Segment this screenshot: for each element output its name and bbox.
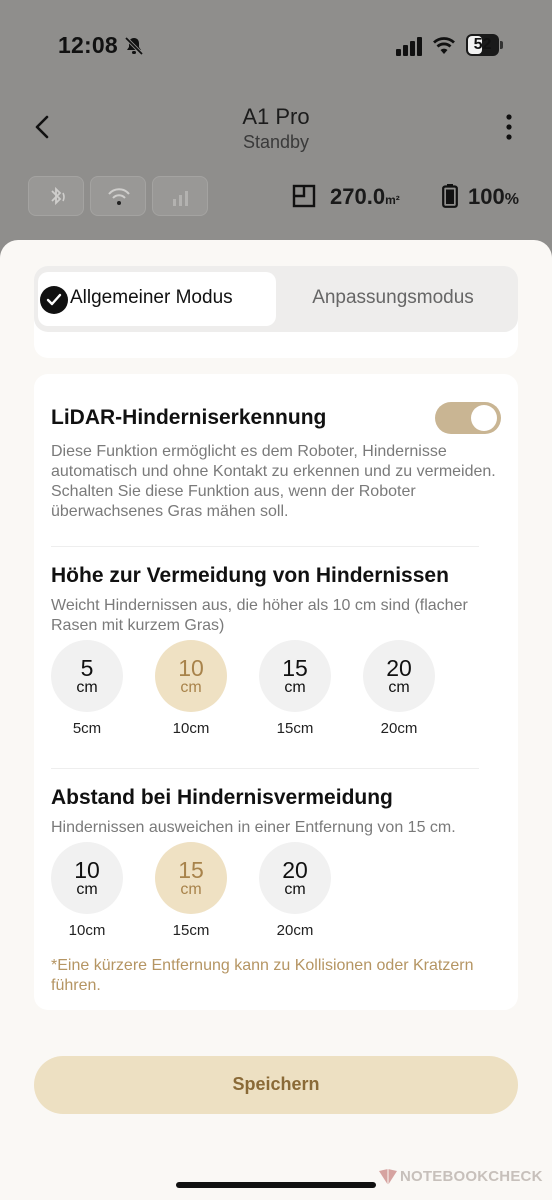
distance-option-unit: cm bbox=[76, 881, 98, 898]
height-option-circle[interactable]: 5 cm bbox=[51, 640, 123, 712]
robot-battery-icon bbox=[442, 184, 458, 208]
mowed-area: 270.0m² bbox=[330, 184, 400, 210]
more-vertical-icon bbox=[506, 114, 512, 140]
robot-battery-unit: % bbox=[504, 191, 519, 208]
height-option-number: 15 bbox=[282, 655, 308, 681]
lidar-description: Diese Funktion ermöglicht es dem Roboter… bbox=[51, 443, 496, 520]
wifi-icon bbox=[432, 35, 456, 55]
distance-description: Hindernissen ausweichen in einer Entfern… bbox=[51, 819, 456, 836]
distance-option-unit: cm bbox=[284, 881, 306, 898]
divider bbox=[51, 546, 479, 547]
device-status: Standby bbox=[242, 132, 310, 152]
height-description: Weicht Hindernissen aus, die höher als 1… bbox=[51, 597, 468, 634]
area-map-icon bbox=[292, 184, 316, 208]
more-options-button[interactable] bbox=[498, 112, 520, 142]
bell-muted-icon bbox=[124, 36, 144, 56]
robot-battery: 100% bbox=[468, 184, 519, 210]
height-option-unit: cm bbox=[180, 679, 202, 696]
background-app: 12:08 52 A1 Pro Standby 270.0m² 100% bbox=[0, 0, 552, 260]
tab-general-mode[interactable]: Allgemeiner Modus bbox=[38, 272, 276, 326]
height-option-unit: cm bbox=[76, 679, 98, 696]
home-indicator[interactable] bbox=[176, 1182, 376, 1188]
bluetooth-icon bbox=[51, 186, 65, 206]
mowed-area-unit: m² bbox=[385, 193, 400, 207]
notebookcheck-logo-icon bbox=[379, 1169, 397, 1185]
mowed-area-value: 270.0 bbox=[330, 184, 386, 209]
lidar-toggle[interactable] bbox=[435, 402, 501, 434]
device-title: A1 Pro bbox=[242, 104, 310, 129]
height-option-label: 5cm bbox=[72, 720, 102, 737]
status-time: 12:08 bbox=[58, 32, 118, 58]
cellular-status-icon bbox=[173, 191, 188, 206]
save-button-label: Speichern bbox=[232, 1074, 320, 1094]
save-button[interactable]: Speichern bbox=[34, 1056, 518, 1114]
phone-battery-icon: 52 bbox=[466, 34, 504, 56]
height-option-circle[interactable]: 20 cm bbox=[363, 640, 435, 712]
height-option-label: 10cm bbox=[172, 720, 210, 737]
distance-option-circle[interactable]: 20 cm bbox=[259, 842, 331, 914]
wifi-status-icon bbox=[108, 188, 130, 205]
notebookcheck-watermark: NOTEBOOKCHECK bbox=[378, 1164, 548, 1190]
toggle-knob bbox=[471, 405, 497, 431]
distance-warning-note: *Eine kürzere Entfernung kann zu Kollisi… bbox=[51, 957, 474, 994]
cellular-signal-icon bbox=[396, 36, 424, 56]
distance-title: Abstand bei Hindernisvermeidung bbox=[51, 786, 393, 809]
lidar-title: LiDAR-Hinderniserkennung bbox=[51, 406, 327, 429]
distance-option-label: 15cm bbox=[172, 922, 210, 939]
tab-general-mode-label: Allgemeiner Modus bbox=[70, 287, 233, 308]
watermark-text: NOTEBOOKCHECK bbox=[400, 1168, 543, 1185]
mode-segmented-control: Allgemeiner Modus Anpassungsmodus bbox=[34, 266, 518, 332]
distance-option-number: 15 bbox=[178, 857, 204, 883]
height-title: Höhe zur Vermeidung von Hindernissen bbox=[51, 564, 449, 587]
distance-option-unit: cm bbox=[180, 881, 202, 898]
distance-option-number: 20 bbox=[282, 857, 308, 883]
phone-battery-level: 52 bbox=[473, 36, 492, 53]
height-option-number: 20 bbox=[386, 655, 412, 681]
height-option-label: 20cm bbox=[380, 720, 418, 737]
height-option-unit: cm bbox=[284, 679, 306, 696]
distance-option-circle-selected[interactable]: 15 cm bbox=[155, 842, 227, 914]
settings-card: LiDAR-Hinderniserkennung Diese Funktion … bbox=[34, 374, 518, 1010]
cellular-chip[interactable] bbox=[152, 176, 208, 216]
check-circle-icon bbox=[40, 286, 68, 314]
mode-card: Allgemeiner Modus Anpassungsmodus bbox=[34, 266, 518, 358]
bluetooth-chip[interactable] bbox=[28, 176, 84, 216]
distance-option-label: 20cm bbox=[276, 922, 314, 939]
obstacle-settings-sheet: Allgemeiner Modus Anpassungsmodus LiDAR-… bbox=[0, 240, 552, 1200]
height-option-unit: cm bbox=[388, 679, 410, 696]
height-option-circle-selected[interactable]: 10 cm bbox=[155, 640, 227, 712]
divider bbox=[51, 768, 479, 769]
distance-option-circle[interactable]: 10 cm bbox=[51, 842, 123, 914]
tab-custom-mode[interactable]: Anpassungsmodus bbox=[276, 287, 510, 309]
robot-battery-value: 100 bbox=[468, 184, 505, 209]
height-option-number: 5 bbox=[80, 655, 94, 681]
height-option-label: 15cm bbox=[276, 720, 314, 737]
status-bar: 12:08 52 bbox=[0, 28, 552, 64]
distance-option-number: 10 bbox=[74, 857, 100, 883]
distance-option-label: 10cm bbox=[68, 922, 106, 939]
height-option-number: 10 bbox=[178, 655, 204, 681]
wifi-chip[interactable] bbox=[90, 176, 146, 216]
height-option-circle[interactable]: 15 cm bbox=[259, 640, 331, 712]
